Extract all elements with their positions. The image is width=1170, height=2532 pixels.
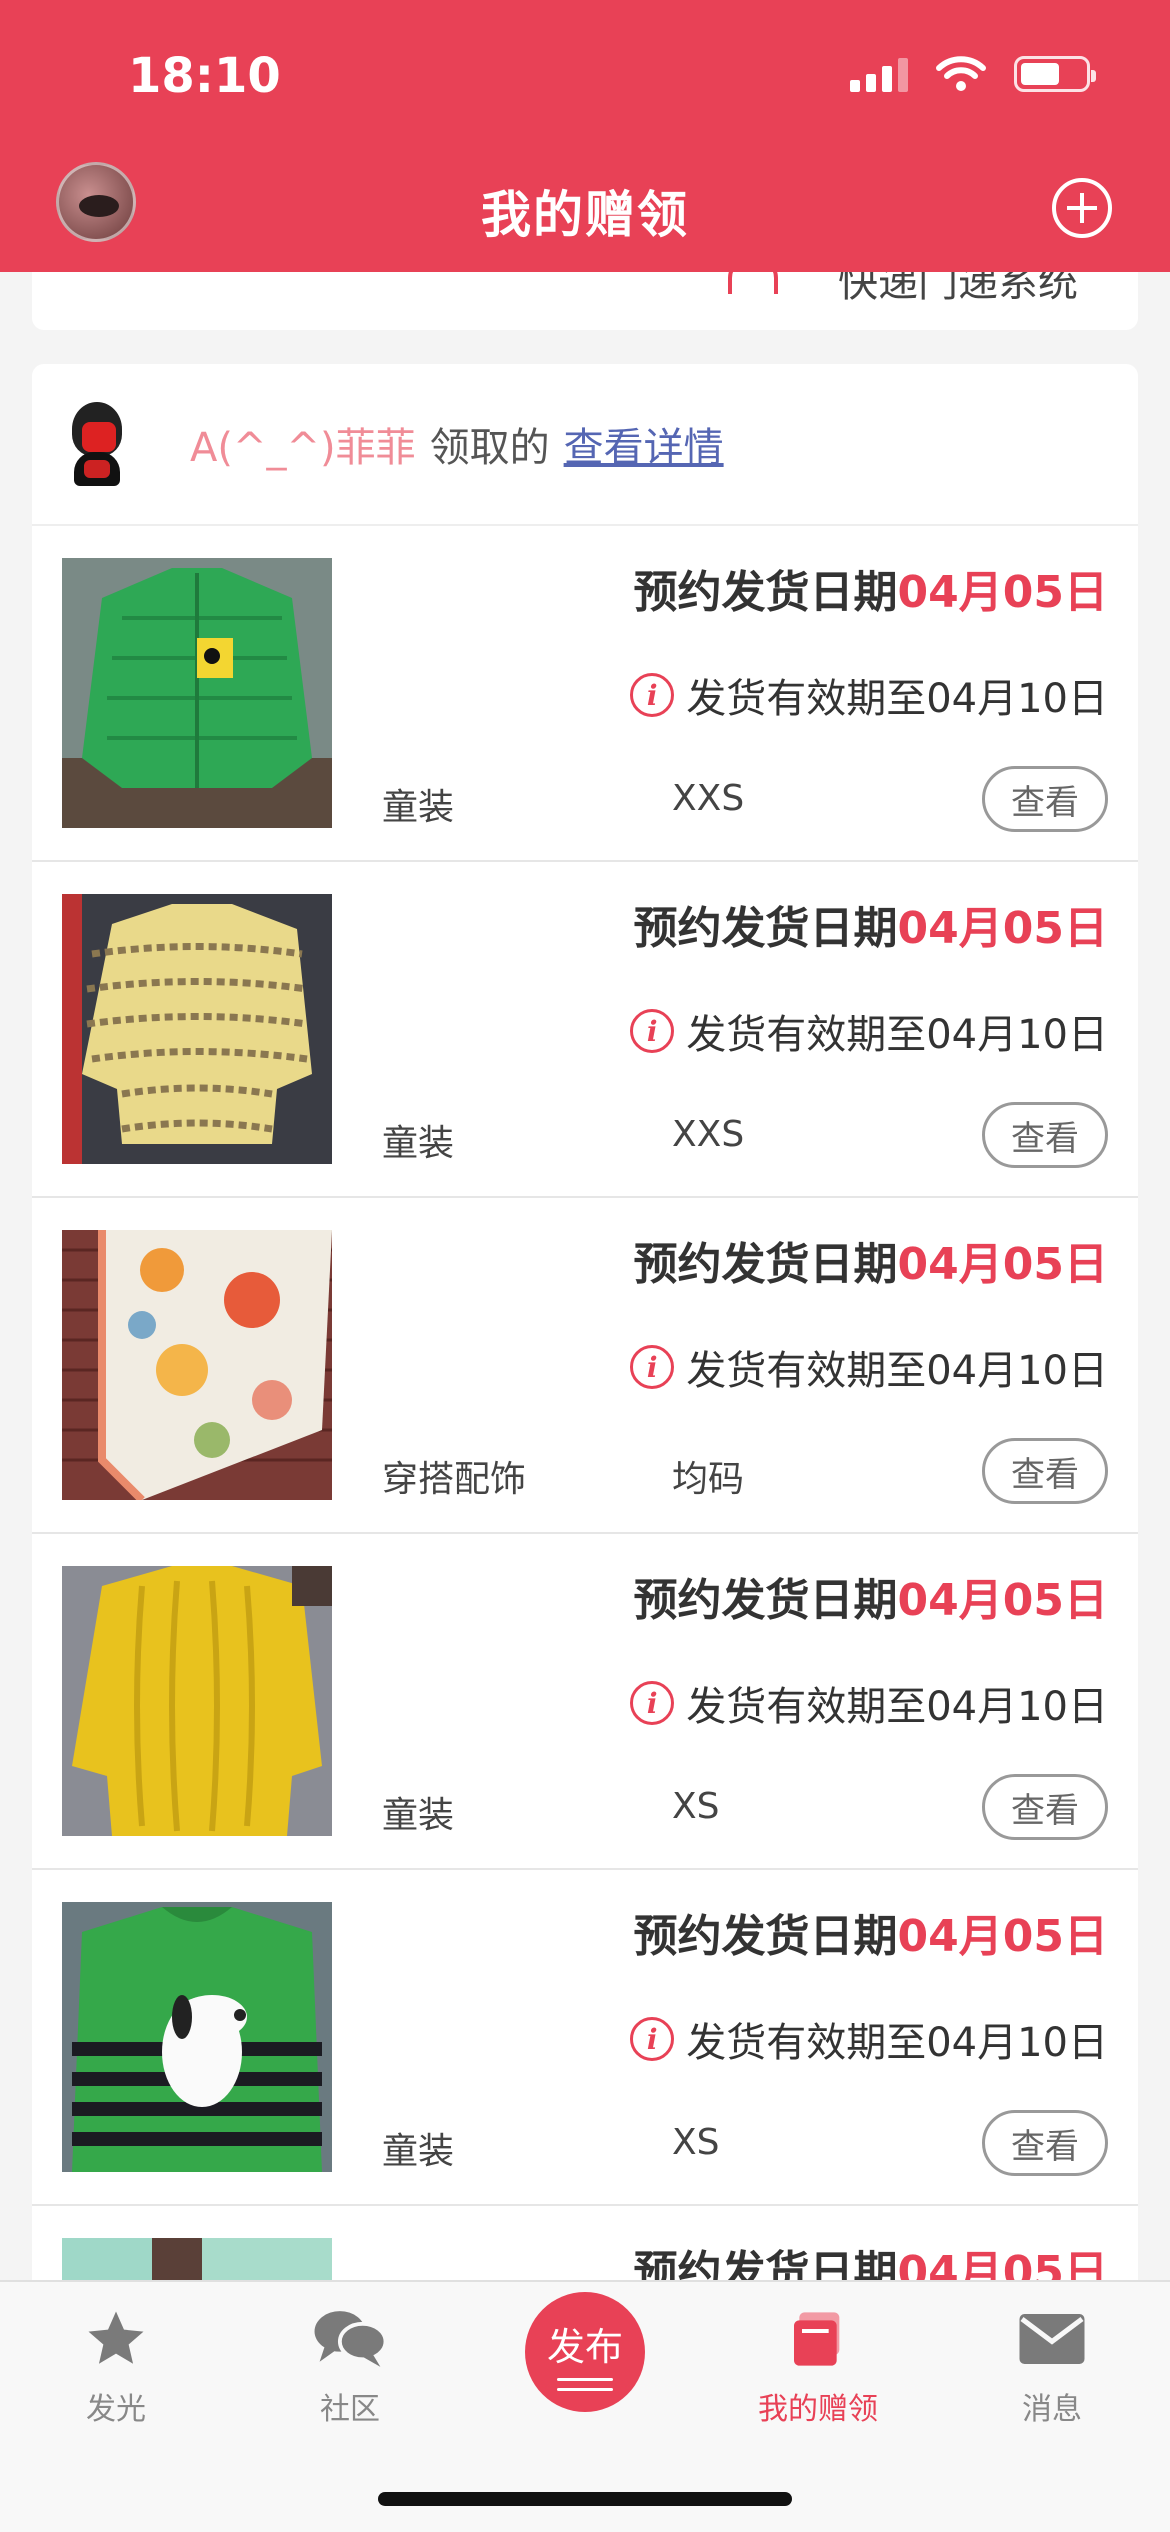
receiver-suffix: 领取的: [429, 425, 550, 471]
item-category: 童装: [382, 787, 455, 828]
list-item[interactable]: 预约发货日期04月05日 i 发货有效期至04月10日 童装 XXS 查看: [32, 526, 1138, 862]
tab-label: 消息: [1022, 2392, 1082, 2427]
claim-card: A(^_^)菲菲 领取的 查看详情 预约发货日期04月05日 i 发货有效期至04…: [32, 364, 1138, 2314]
item-category: 童装: [382, 2131, 455, 2172]
receiver-avatar[interactable]: [64, 402, 130, 486]
tab-my-gifts[interactable]: 我的赠领: [718, 2304, 918, 2428]
info-icon: i: [630, 1009, 675, 1053]
signal-icon: [850, 56, 908, 92]
wifi-icon: [936, 56, 986, 91]
validity-text: 发货有效期至04月10日: [686, 1012, 1108, 1058]
item-size: XXS: [672, 778, 745, 819]
list-item[interactable]: 预约发货日期04月05日 i 发货有效期至04月10日 穿搭配饰 均码 查看: [32, 1198, 1138, 1534]
top-header: 18:10 我的赠领: [0, 0, 1170, 272]
ship-date: 预约发货日期04月05日: [633, 1575, 1108, 1626]
receiver-header: A(^_^)菲菲 领取的 查看详情: [32, 364, 1138, 526]
view-button[interactable]: 查看: [982, 2110, 1108, 2176]
item-thumbnail[interactable]: [62, 558, 332, 828]
item-category: 童装: [382, 1795, 455, 1836]
item-thumbnail[interactable]: [62, 1566, 332, 1836]
add-icon[interactable]: [1052, 178, 1112, 238]
status-icons: [850, 56, 1096, 92]
item-thumbnail[interactable]: [62, 1230, 332, 1500]
view-button[interactable]: 查看: [982, 766, 1108, 832]
tab-messages[interactable]: 消息: [952, 2304, 1152, 2428]
view-button[interactable]: 查看: [982, 1438, 1108, 1504]
info-icon: i: [630, 2017, 675, 2061]
view-details-link[interactable]: 查看详情: [564, 415, 724, 473]
validity-row: i 发货有效期至04月10日: [630, 2010, 1108, 2068]
item-thumbnail[interactable]: [62, 1902, 332, 2172]
info-icon: i: [630, 673, 675, 717]
list-item[interactable]: 预约发货日期04月05日 i 发货有效期至04月10日 童装 XS 查看: [32, 1870, 1138, 2206]
receiver-name[interactable]: A(^_^)菲菲: [190, 415, 416, 473]
tab-label: 发光: [86, 2392, 146, 2427]
validity-row: i 发货有效期至04月10日: [630, 1002, 1108, 1060]
validity-text: 发货有效期至04月10日: [686, 2020, 1108, 2066]
status-time: 18:10: [128, 48, 281, 104]
validity-row: i 发货有效期至04月10日: [630, 1674, 1108, 1732]
ship-date: 预约发货日期04月05日: [633, 1239, 1108, 1290]
battery-icon: [1014, 56, 1096, 92]
mail-icon: [1019, 2314, 1085, 2364]
view-button[interactable]: 查看: [982, 1774, 1108, 1840]
tab-community[interactable]: 社区: [250, 2304, 450, 2428]
item-category: 穿搭配饰: [382, 1459, 527, 1500]
ship-date: 预约发货日期04月05日: [633, 1911, 1108, 1962]
ship-date: 预约发货日期04月05日: [633, 903, 1108, 954]
validity-row: i 发货有效期至04月10日: [630, 666, 1108, 724]
item-category: 童装: [382, 1123, 455, 1164]
menu-lines-icon: [557, 2378, 613, 2391]
list-item[interactable]: 预约发货日期04月05日 i 发货有效期至04月10日 童装 XXS 查看: [32, 862, 1138, 1198]
chat-bubbles-icon: [314, 2311, 388, 2367]
home-indicator[interactable]: [378, 2492, 792, 2506]
publish-button[interactable]: 发布: [525, 2292, 645, 2412]
validity-text: 发货有效期至04月10日: [686, 676, 1108, 722]
page-title: 我的赠领: [481, 186, 689, 244]
ship-date: 预约发货日期04月05日: [633, 567, 1108, 618]
tab-label: 社区: [320, 2392, 380, 2427]
info-icon: i: [630, 1345, 675, 1389]
validity-text: 发货有效期至04月10日: [686, 1348, 1108, 1394]
validity-row: i 发货有效期至04月10日: [630, 1338, 1108, 1396]
view-button[interactable]: 查看: [982, 1102, 1108, 1168]
item-size: XXS: [672, 1114, 745, 1155]
list-item[interactable]: 预约发货日期04月05日 i 发货有效期至04月10日 童装 XS 查看: [32, 1534, 1138, 1870]
publish-label: 发布: [546, 2325, 623, 2369]
validity-text: 发货有效期至04月10日: [686, 1684, 1108, 1730]
item-size: XS: [672, 2122, 720, 2163]
item-thumbnail[interactable]: [62, 894, 332, 1164]
tab-label: 我的赠领: [758, 2392, 878, 2427]
gift-box-icon: [794, 2312, 840, 2366]
tab-glow[interactable]: 发光: [16, 2304, 216, 2428]
info-icon: i: [630, 1681, 675, 1725]
star-icon: [88, 2311, 144, 2364]
item-size: 均码: [672, 1459, 745, 1500]
item-size: XS: [672, 1786, 720, 1827]
